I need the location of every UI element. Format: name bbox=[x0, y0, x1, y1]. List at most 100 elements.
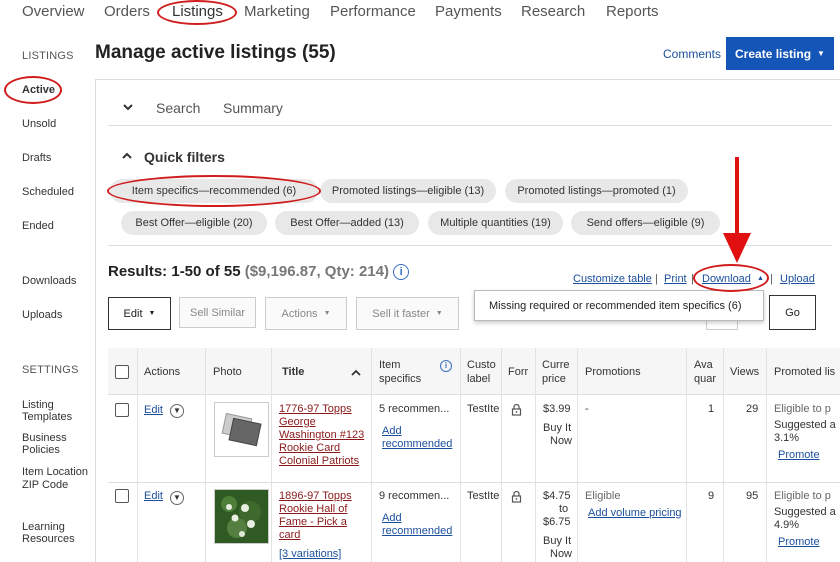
sell-it-faster-button[interactable]: Sell it faster ▼ bbox=[356, 297, 459, 330]
nav-marketing[interactable]: Marketing bbox=[244, 3, 310, 20]
promote-link[interactable]: Promote bbox=[778, 449, 820, 462]
listing-title-line[interactable]: George bbox=[279, 416, 316, 429]
sidebar-item-unsold[interactable]: Unsold bbox=[22, 118, 56, 131]
sidebar-item-drafts[interactable]: Drafts bbox=[22, 152, 51, 165]
add-volume-pricing-link[interactable]: Add volume pricing bbox=[588, 507, 682, 520]
sort-ascending-icon[interactable] bbox=[350, 366, 362, 384]
nav-research[interactable]: Research bbox=[521, 3, 585, 20]
item-specifics-count: 5 recommen... bbox=[379, 403, 450, 415]
row-edit-link[interactable]: Edit bbox=[144, 404, 163, 417]
column-header-promoted: Promoted lis bbox=[774, 366, 836, 378]
nav-performance[interactable]: Performance bbox=[330, 3, 416, 20]
customize-table-link[interactable]: Customize table bbox=[573, 273, 652, 285]
listing-thumbnail[interactable] bbox=[214, 489, 269, 544]
filter-pill-best-offer-eligible[interactable]: Best Offer—eligible (20) bbox=[121, 211, 267, 235]
sidebar-item-business-policies-2[interactable]: Policies bbox=[22, 444, 60, 457]
top-nav: Overview Orders Listings Marketing Perfo… bbox=[0, 0, 840, 26]
sidebar-item-scheduled[interactable]: Scheduled bbox=[22, 186, 74, 199]
add-recommended-link[interactable]: recommended bbox=[382, 438, 452, 451]
column-divider bbox=[137, 348, 138, 562]
sidebar-item-ended[interactable]: Ended bbox=[22, 220, 54, 233]
variations-link[interactable]: [3 variations] bbox=[279, 548, 341, 561]
print-link[interactable]: Print bbox=[664, 273, 687, 285]
add-recommended-link[interactable]: Add bbox=[382, 425, 402, 438]
row-divider bbox=[108, 482, 840, 483]
filter-pill-promoted-promoted[interactable]: Promoted listings—promoted (1) bbox=[505, 179, 688, 203]
add-recommended-link[interactable]: recommended bbox=[382, 525, 452, 538]
listing-title-line[interactable]: 1776-97 Topps bbox=[279, 403, 352, 416]
row-edit-link[interactable]: Edit bbox=[144, 490, 163, 503]
annotation-arrow bbox=[723, 157, 751, 263]
suggested-rate: Suggested a bbox=[774, 419, 836, 431]
custom-label: TestIte bbox=[467, 490, 499, 502]
create-listing-button[interactable]: Create listing ▼ bbox=[726, 37, 834, 70]
results-summary: Results: 1-50 of 55 ($9,196.87, Qty: 214… bbox=[108, 263, 410, 280]
actions-button[interactable]: Actions ▼ bbox=[265, 297, 347, 330]
edit-button-label: Edit bbox=[123, 307, 143, 320]
info-icon[interactable]: i bbox=[393, 264, 410, 280]
nav-reports[interactable]: Reports bbox=[606, 3, 659, 20]
tab-summary[interactable]: Summary bbox=[223, 100, 283, 116]
listing-title-line[interactable]: card bbox=[279, 529, 300, 542]
filter-pill-best-offer-added[interactable]: Best Offer—added (13) bbox=[275, 211, 419, 235]
filter-pill-item-specifics[interactable]: Item specifics—recommended (6) bbox=[110, 179, 318, 203]
sidebar-item-item-location-2[interactable]: ZIP Code bbox=[22, 479, 68, 492]
filter-pill-multiple-quantities[interactable]: Multiple quantities (19) bbox=[428, 211, 563, 235]
sidebar-item-item-location-1[interactable]: Item Location bbox=[22, 466, 88, 479]
listing-title-line[interactable]: Rookie Hall of bbox=[279, 503, 347, 516]
sidebar-item-uploads[interactable]: Uploads bbox=[22, 309, 62, 322]
sidebar-item-downloads[interactable]: Downloads bbox=[22, 275, 76, 288]
price: $4.75 bbox=[543, 490, 571, 502]
filter-pill-promoted-eligible[interactable]: Promoted listings—eligible (13) bbox=[320, 179, 496, 203]
row-checkbox[interactable] bbox=[115, 403, 129, 417]
edit-button[interactable]: Edit ▼ bbox=[108, 297, 171, 330]
column-header-custom-label-2: label bbox=[467, 373, 491, 385]
go-button[interactable]: Go bbox=[769, 295, 816, 330]
column-header-price-2: price bbox=[542, 373, 566, 385]
price-format: Now bbox=[550, 435, 573, 447]
listing-title-line[interactable]: Rookie Card bbox=[279, 442, 340, 455]
row-checkbox[interactable] bbox=[115, 489, 129, 503]
listing-title-line[interactable]: Washington #123 bbox=[279, 429, 364, 442]
column-header-available-1: Ava bbox=[694, 359, 713, 371]
sidebar-item-active[interactable]: Active bbox=[22, 84, 55, 97]
caret-down-icon: ▼ bbox=[148, 310, 156, 317]
comments-link[interactable]: Comments bbox=[663, 47, 721, 61]
sidebar-heading-listings: LISTINGS bbox=[22, 50, 74, 62]
filter-pill-send-offers[interactable]: Send offers—eligible (9) bbox=[571, 211, 720, 235]
chevron-down-icon[interactable]: ▼ bbox=[170, 404, 184, 418]
sidebar-item-learning-2[interactable]: Resources bbox=[22, 533, 75, 546]
listing-title-line[interactable]: 1896-97 Topps bbox=[279, 490, 352, 503]
column-header-format: Forr bbox=[508, 366, 529, 378]
nav-payments[interactable]: Payments bbox=[435, 3, 502, 20]
chevron-down-icon[interactable]: ▼ bbox=[170, 491, 184, 505]
sell-similar-button[interactable]: Sell Similar bbox=[179, 297, 256, 328]
tab-search[interactable]: Search bbox=[156, 100, 200, 116]
info-icon[interactable]: i bbox=[440, 360, 452, 372]
chevron-up-icon[interactable] bbox=[121, 150, 133, 165]
column-header-views: Views bbox=[730, 366, 760, 378]
price: $6.75 bbox=[543, 516, 571, 528]
listing-title-line[interactable]: Fame - Pick a bbox=[279, 516, 347, 529]
chevron-down-icon[interactable] bbox=[122, 101, 134, 116]
listing-thumbnail[interactable] bbox=[214, 402, 269, 457]
sell-it-faster-label: Sell it faster bbox=[372, 307, 430, 320]
column-header-title[interactable]: Title bbox=[282, 366, 304, 379]
promote-link[interactable]: Promote bbox=[778, 536, 820, 549]
download-link[interactable]: Download bbox=[702, 273, 751, 285]
results-totals: ($9,196.87, Qty: 214) bbox=[244, 263, 389, 280]
nav-listings[interactable]: Listings bbox=[172, 3, 223, 20]
dropdown-option-missing-specifics[interactable]: Missing required or recommended item spe… bbox=[489, 300, 741, 312]
column-header-custom-label-1: Custo bbox=[467, 359, 496, 371]
upload-link[interactable]: Upload bbox=[780, 273, 815, 285]
lock-icon bbox=[511, 403, 522, 421]
listing-title-line[interactable]: Colonial Patriots bbox=[279, 455, 359, 468]
sidebar-item-listing-templates-2[interactable]: Templates bbox=[22, 411, 72, 424]
add-recommended-link[interactable]: Add bbox=[382, 512, 402, 525]
download-dropdown[interactable]: Missing required or recommended item spe… bbox=[474, 290, 764, 321]
nav-overview[interactable]: Overview bbox=[22, 3, 85, 20]
item-specifics-count: 9 recommen... bbox=[379, 490, 450, 502]
nav-orders[interactable]: Orders bbox=[104, 3, 150, 20]
quick-filters-title: Quick filters bbox=[144, 149, 225, 165]
select-all-checkbox[interactable] bbox=[115, 365, 129, 379]
